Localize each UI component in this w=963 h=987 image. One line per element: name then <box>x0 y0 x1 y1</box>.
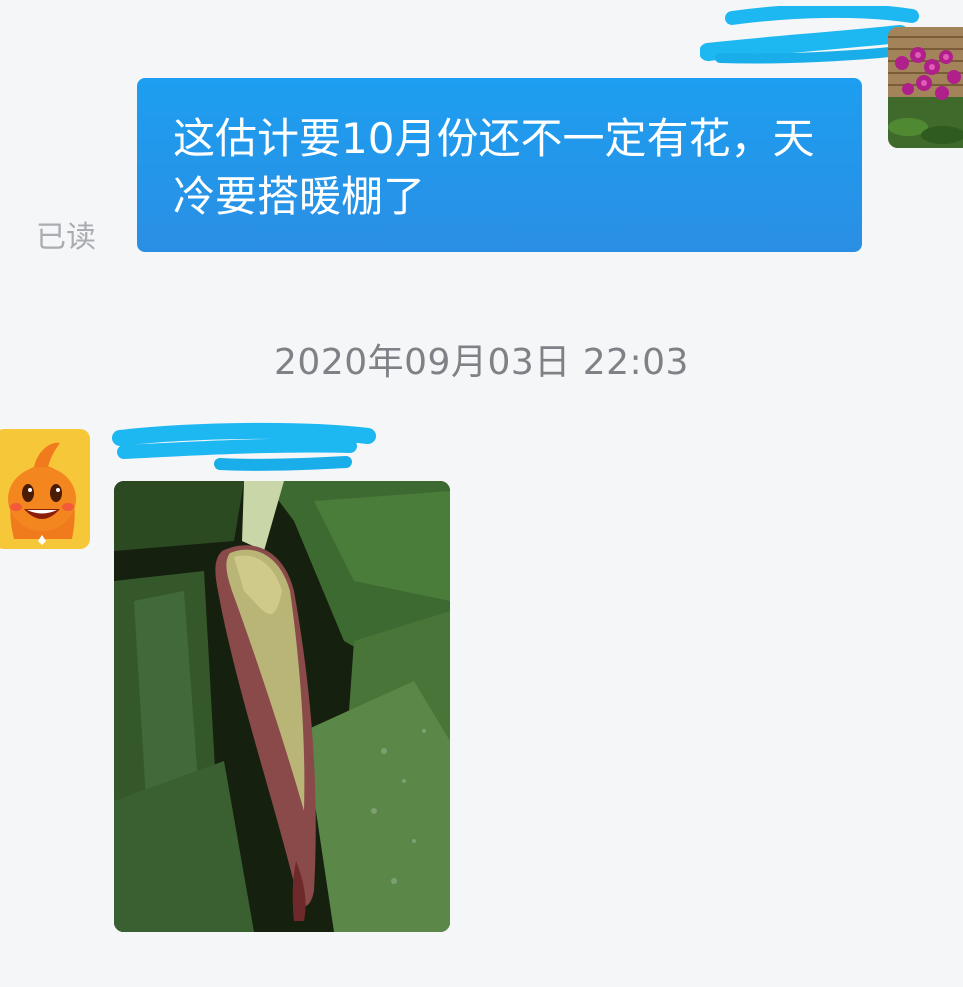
orange-cartoon-avatar-icon <box>0 429 90 549</box>
orchid-photo-avatar-icon <box>888 27 963 148</box>
banana-flower-photo <box>114 481 450 932</box>
other-avatar[interactable] <box>0 429 90 549</box>
timestamp: 2020年09月03日 22:03 <box>274 342 689 383</box>
sender-name-redaction <box>700 6 920 70</box>
message-text: 这估计要10月份还不一定有花，天冷要搭暖棚了 <box>173 114 815 221</box>
read-status: 已读 <box>36 220 96 255</box>
photo-message[interactable] <box>114 481 450 932</box>
message-bubble-self[interactable]: 这估计要10月份还不一定有花，天冷要搭暖棚了 <box>137 78 862 252</box>
self-avatar[interactable] <box>888 27 963 148</box>
other-name-redaction <box>110 422 380 478</box>
